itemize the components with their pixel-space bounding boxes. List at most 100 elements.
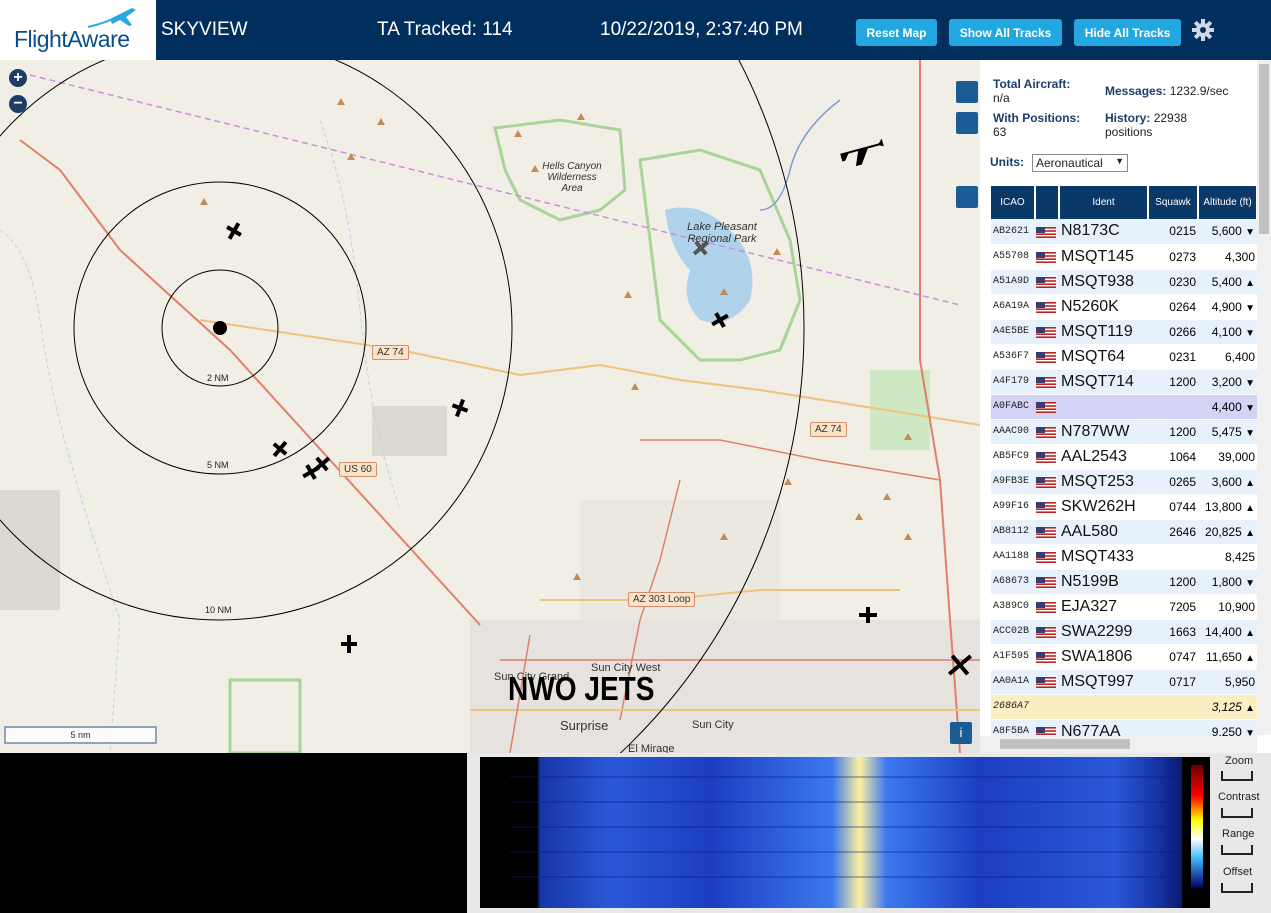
col-flag[interactable] <box>1035 186 1060 219</box>
units-row: Units: <box>990 155 1024 169</box>
altitude-value: 3,600 <box>1211 474 1242 489</box>
range-label: 2 NM <box>207 373 229 383</box>
range-label: 5 NM <box>207 460 229 470</box>
table-row[interactable]: AB5FC9 AAL2543 1064 39,000 <box>991 444 1257 470</box>
map-view[interactable]: + − i Hells Canyon Wilderness Area Lake … <box>0 60 980 753</box>
columns-icon[interactable] <box>956 186 978 208</box>
us-flag-icon <box>1036 526 1056 538</box>
table-row[interactable]: A4F179 MSQT714 1200 3,200 ▼ <box>991 369 1257 395</box>
place-label: Hells Canyon Wilderness Area <box>542 161 602 194</box>
zoom-out-button[interactable]: − <box>9 95 27 113</box>
col-ident[interactable]: Ident <box>1059 186 1149 219</box>
table-row[interactable]: A9FB3E MSQT253 0265 3,600 ▲ <box>991 469 1257 495</box>
table-row[interactable]: A4E5BE MSQT119 0266 4,100 ▼ <box>991 319 1257 345</box>
flag-cell <box>1035 444 1059 470</box>
gear-icon[interactable] <box>1191 18 1215 42</box>
show-all-tracks-button[interactable]: Show All Tracks <box>949 19 1062 46</box>
ident-cell: N5199B <box>1059 569 1148 595</box>
flag-cell <box>1035 494 1059 520</box>
horizontal-scrollbar[interactable] <box>980 736 1257 753</box>
table-row[interactable]: AB2621 N8173C 0215 5,600 ▼ <box>991 219 1257 245</box>
table-row[interactable]: AAAC90 N787WW 1200 5,475 ▼ <box>991 419 1257 445</box>
units-select[interactable]: Aeronautical ▼ <box>1032 154 1128 172</box>
reset-map-button[interactable]: Reset Map <box>856 19 937 46</box>
table-row[interactable]: ACC02B SWA2299 1663 14,400 ▲ <box>991 619 1257 645</box>
us-flag-icon <box>1036 676 1056 688</box>
aircraft-icon[interactable] <box>839 138 887 170</box>
altitude-cell: 13,800 ▲ <box>1198 494 1257 520</box>
offset-label: Offset <box>1223 866 1253 878</box>
table-row[interactable]: A55708 MSQT145 0273 4,300 <box>991 244 1257 270</box>
ident-cell: MSQT253 <box>1059 469 1148 495</box>
altitude-cell: 3,200 ▼ <box>1198 369 1257 395</box>
flightaware-logo[interactable]: FlightAware <box>0 0 156 60</box>
history-value: 22938 <box>1153 111 1188 125</box>
us-flag-icon <box>1036 451 1056 463</box>
table-row[interactable]: 2686A7 3,125 ▲ <box>991 694 1257 720</box>
altitude-value: 4,400 <box>1211 399 1242 414</box>
altitude-value: 20,825 <box>1205 524 1242 539</box>
table-row[interactable]: AB8112 AAL580 2646 20,825 ▲ <box>991 519 1257 545</box>
table-row[interactable]: A536F7 MSQT64 0231 6,400 <box>991 344 1257 370</box>
ident-cell: N5260K <box>1059 294 1148 320</box>
ident-cell: EJA327 <box>1059 594 1148 620</box>
grid-icon[interactable] <box>956 112 978 134</box>
table-row[interactable]: A6A19A N5260K 0264 4,900 ▼ <box>991 294 1257 320</box>
us-flag-icon <box>1036 251 1056 263</box>
altitude-cell: 14,400 ▲ <box>1198 619 1257 645</box>
altitude-value: 3,125 <box>1211 699 1242 714</box>
table-row[interactable]: A68673 N5199B 1200 1,800 ▼ <box>991 569 1257 595</box>
table-row[interactable]: A51A9D MSQT938 0230 5,400 ▲ <box>991 269 1257 295</box>
ident-cell: MSQT64 <box>1059 344 1148 370</box>
positions-label: With Positions: <box>993 111 1081 125</box>
icao-cell: AA1188 <box>991 544 1035 570</box>
col-squawk[interactable]: Squawk <box>1148 186 1199 219</box>
table-row[interactable]: A1F595 SWA1806 0747 11,650 ▲ <box>991 644 1257 670</box>
ident-cell: N8173C <box>1059 219 1148 245</box>
table-row[interactable]: AA0A1A MSQT997 0717 5,950 <box>991 669 1257 695</box>
altitude-value: 5,600 <box>1211 224 1242 239</box>
table-row[interactable]: A389C0 EJA327 7205 10,900 <box>991 594 1257 620</box>
flag-cell <box>1035 669 1059 695</box>
messages-label: Messages: <box>1105 84 1167 98</box>
us-flag-icon <box>1036 626 1056 638</box>
vertical-scrollbar[interactable] <box>1257 60 1271 735</box>
airspace-line <box>29 74 961 306</box>
scale-bar: 5 nm <box>4 726 157 744</box>
trend-icon: ▲ <box>1245 702 1255 714</box>
table-row[interactable]: AA1188 MSQT433 8,425 <box>991 544 1257 570</box>
flag-cell <box>1035 644 1059 670</box>
us-flag-icon <box>1036 401 1056 413</box>
table-row[interactable]: A99F16 SKW262H 0744 13,800 ▲ <box>991 494 1257 520</box>
squawk-cell: 1200 <box>1148 569 1198 595</box>
table-row[interactable]: A0FABC 4,400 ▼ <box>991 394 1257 420</box>
map-canvas[interactable] <box>0 60 980 753</box>
altitude-value: 11,650 <box>1205 649 1242 664</box>
flag-cell <box>1035 394 1059 420</box>
us-flag-icon <box>1036 601 1056 613</box>
zoom-slider[interactable] <box>1221 771 1253 781</box>
hide-all-tracks-button[interactable]: Hide All Tracks <box>1074 19 1181 46</box>
altitude-value: 5,475 <box>1211 424 1242 439</box>
contrast-slider[interactable] <box>1221 808 1253 818</box>
table-header: ICAO Ident Squawk Altitude (ft) <box>991 186 1258 219</box>
altitude-cell: 6,400 <box>1198 344 1257 370</box>
park-boundary-2 <box>228 678 302 753</box>
col-altitude[interactable]: Altitude (ft) <box>1198 186 1258 219</box>
zoom-in-button[interactable]: + <box>9 69 27 87</box>
map-layers-icon[interactable] <box>956 81 978 103</box>
ident-cell: AAL580 <box>1059 519 1148 545</box>
squawk-cell: 0264 <box>1148 294 1198 320</box>
range-slider[interactable] <box>1221 845 1253 855</box>
squawk-cell <box>1148 544 1198 570</box>
altitude-cell: 4,900 ▼ <box>1198 294 1257 320</box>
info-button[interactable]: i <box>950 722 972 744</box>
flag-cell <box>1035 319 1059 345</box>
place-label: Sun City <box>692 719 734 731</box>
us-flag-icon <box>1036 551 1056 563</box>
ident-cell <box>1059 694 1148 720</box>
col-icao[interactable]: ICAO <box>991 186 1036 219</box>
us60-road <box>19 139 481 626</box>
offset-slider[interactable] <box>1221 883 1253 893</box>
range-label: Range <box>1222 828 1255 840</box>
